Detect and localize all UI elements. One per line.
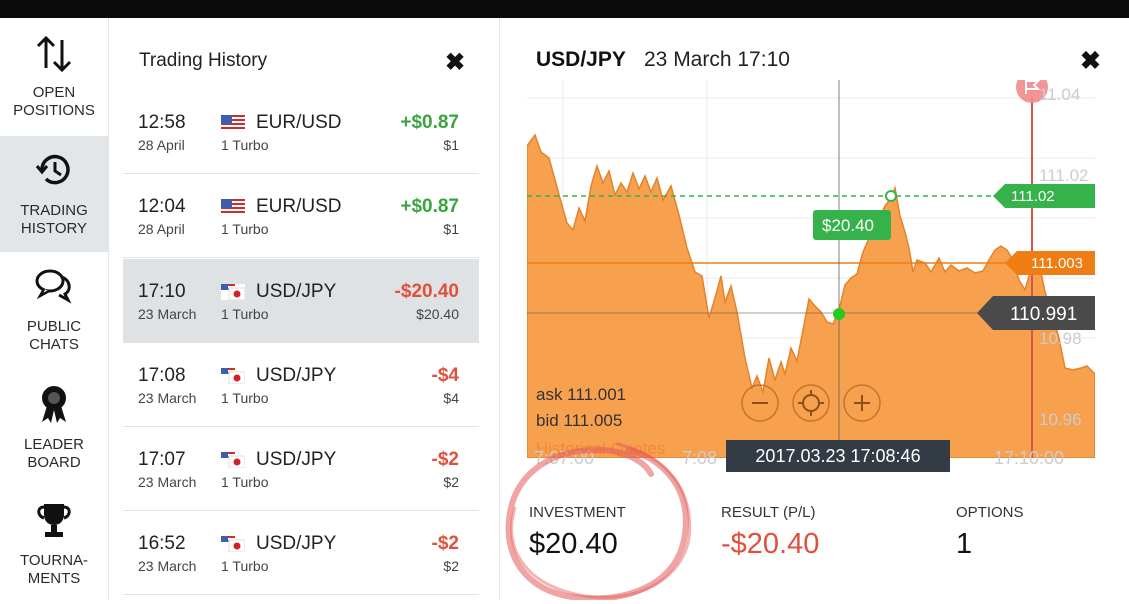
- nav-item-public-chats[interactable]: PUBLIC CHATS: [0, 254, 108, 370]
- bid-label: bid 111.005: [536, 411, 622, 430]
- trading-history-panel: Trading History ✖ 12:58 28 April EUR/USD 1 …: [109, 18, 500, 600]
- target-marker: [885, 190, 897, 202]
- row-date: 23 March: [138, 474, 197, 490]
- history-row[interactable]: 17:07 23 March USD/JPY 1 Turbo -$2 $2: [123, 427, 479, 511]
- nav-label-public-chats: PUBLIC CHATS: [26, 318, 82, 353]
- row-type: 1 Turbo: [221, 474, 269, 490]
- top-bar: [0, 0, 1129, 18]
- row-result: -$2: [431, 449, 459, 470]
- us-jp-flag-icon: [221, 536, 245, 552]
- row-investment: $4: [443, 390, 459, 406]
- open-price-tag-text: 111.003: [1031, 255, 1083, 272]
- row-date: 23 March: [138, 306, 197, 322]
- current-price-tag: 110.991: [977, 296, 1095, 330]
- us-jp-flag-icon: [221, 284, 245, 300]
- row-pair: USD/JPY: [256, 365, 337, 386]
- nav-label-open-positions: OPEN POSITIONS: [13, 84, 95, 119]
- row-date: 23 March: [138, 558, 197, 574]
- row-result: +$0.87: [400, 196, 459, 217]
- row-date: 28 April: [138, 221, 185, 237]
- price-chart[interactable]: 11.04 111.02 10.98 10.96 111.02 111.003 …: [527, 80, 1095, 458]
- upper-price-tag-text: 111.02: [1011, 188, 1055, 205]
- detail-pair: USD/JPY: [536, 48, 626, 71]
- trophy-icon: [37, 504, 71, 537]
- arrows-up-down-icon: [36, 35, 72, 73]
- sidebar-nav: OPEN POSITIONS TRADING HISTORY PUBLIC CH…: [0, 18, 109, 600]
- row-pair: USD/JPY: [256, 533, 337, 554]
- time-tick: 7:08: [682, 448, 718, 468]
- time-tick: 7:07:00: [534, 448, 595, 468]
- row-type: 1 Turbo: [221, 390, 269, 406]
- current-price-tag-text: 110.991: [1010, 304, 1077, 325]
- row-time: 12:04: [138, 196, 186, 217]
- row-investment: $20.40: [416, 306, 459, 322]
- nav-label-leader-board: LEADER BOARD: [23, 436, 85, 471]
- row-result: -$20.40: [394, 281, 459, 302]
- panel-title: Trading History: [139, 50, 268, 71]
- us-flag-icon: [221, 199, 245, 215]
- chat-bubbles-icon: [35, 269, 72, 304]
- row-investment: $2: [443, 558, 459, 574]
- nav-item-leader-board[interactable]: LEADER BOARD: [0, 372, 108, 488]
- history-row[interactable]: 12:58 28 April EUR/USD 1 Turbo +$0.87 $1: [123, 90, 479, 174]
- row-investment: $1: [443, 137, 459, 153]
- us-flag-icon: [221, 115, 245, 131]
- nav-item-open-positions[interactable]: OPEN POSITIONS: [0, 18, 108, 134]
- entry-amount-bubble: $20.40: [813, 210, 891, 240]
- row-time: 12:58: [138, 112, 186, 133]
- row-date: 23 March: [138, 390, 197, 406]
- close-icon[interactable]: ✖: [445, 48, 465, 77]
- row-type: 1 Turbo: [221, 221, 269, 237]
- detail-datetime: 23 March 17:10: [644, 48, 790, 71]
- investment-label: INVESTMENT: [529, 504, 626, 521]
- investment-value: $20.40: [529, 528, 618, 560]
- row-time: 17:10: [138, 281, 186, 302]
- history-row[interactable]: 17:10 23 March USD/JPY 1 Turbo -$20.40 $20.40: [123, 259, 479, 343]
- row-type: 1 Turbo: [221, 558, 269, 574]
- options-value: 1: [956, 528, 973, 560]
- nav-item-tournaments[interactable]: TOURNA- MENTS: [0, 488, 108, 604]
- row-date: 28 April: [138, 137, 185, 153]
- row-pair: EUR/USD: [256, 196, 342, 217]
- row-result: -$4: [431, 365, 459, 386]
- price-tick: 10.98: [1039, 329, 1082, 348]
- history-row[interactable]: 12:04 28 April EUR/USD 1 Turbo +$0.87 $1: [123, 174, 479, 258]
- us-jp-flag-icon: [221, 368, 245, 384]
- history-clock-icon: [35, 154, 70, 185]
- open-price-tag: 111.003: [1005, 251, 1095, 275]
- result-label: RESULT (P/L): [721, 504, 816, 521]
- price-tick: 11.04: [1039, 85, 1080, 104]
- row-time: 17:07: [138, 449, 186, 470]
- us-jp-flag-icon: [221, 452, 245, 468]
- row-result: +$0.87: [400, 112, 459, 133]
- row-pair: EUR/USD: [256, 112, 342, 133]
- nav-label-trading-history: TRADING HISTORY: [20, 202, 88, 237]
- price-tick: 10.96: [1039, 410, 1082, 429]
- history-row[interactable]: 16:52 23 March USD/JPY 1 Turbo -$2 $2: [123, 511, 479, 595]
- time-tick: 17:10:00: [994, 448, 1065, 468]
- cursor-time-label: 2017.03.23 17:08:46: [726, 440, 950, 472]
- close-icon[interactable]: ✖: [1080, 46, 1101, 76]
- row-investment: $1: [443, 221, 459, 237]
- entry-point-marker: [833, 308, 845, 320]
- row-investment: $2: [443, 474, 459, 490]
- medal-icon: [42, 386, 66, 423]
- options-label: OPTIONS: [956, 504, 1024, 521]
- nav-label-tournaments: TOURNA- MENTS: [19, 552, 89, 587]
- row-type: 1 Turbo: [221, 137, 269, 153]
- row-result: -$2: [431, 533, 459, 554]
- ask-label: ask 111.001: [536, 385, 626, 404]
- entry-amount-text: $20.40: [822, 216, 874, 235]
- result-value: -$20.40: [721, 528, 820, 560]
- upper-price-tag: 111.02: [993, 184, 1095, 208]
- row-time: 17:08: [138, 365, 186, 386]
- row-time: 16:52: [138, 533, 186, 554]
- trade-detail-panel: USD/JPY 23 March 17:10 ✖ 11.04 111.02 10…: [500, 18, 1129, 600]
- row-pair: USD/JPY: [256, 281, 337, 302]
- price-tick: 111.02: [1039, 166, 1088, 185]
- nav-item-trading-history[interactable]: TRADING HISTORY: [0, 136, 108, 252]
- row-pair: USD/JPY: [256, 449, 337, 470]
- history-row[interactable]: 17:08 23 March USD/JPY 1 Turbo -$4 $4: [123, 343, 479, 427]
- row-type: 1 Turbo: [221, 306, 269, 322]
